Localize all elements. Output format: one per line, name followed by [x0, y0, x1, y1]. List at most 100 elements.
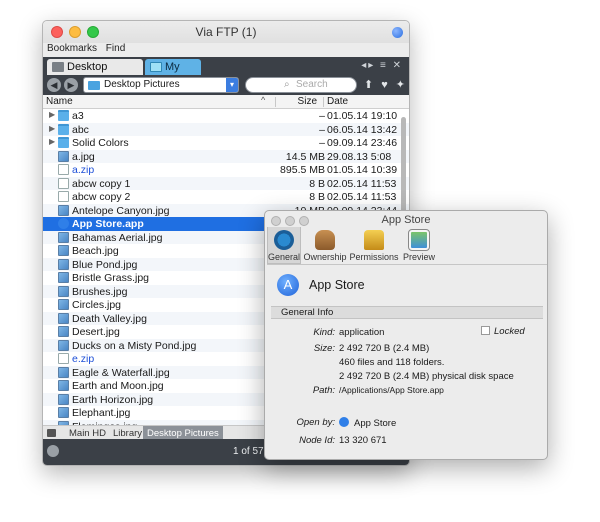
file-name: Bristle Grass.jpg [72, 272, 150, 284]
file-name: a.zip [72, 164, 95, 176]
search-input[interactable]: ⌕ Search [245, 77, 357, 93]
disclosure-triangle-icon[interactable]: ▶ [49, 110, 55, 119]
section-general-info: General Info [271, 306, 543, 319]
open-by-label: Open by: [296, 417, 335, 428]
chevron-down-icon[interactable]: ▾ [226, 78, 238, 92]
file-row[interactable]: ▶ abc –06.05.14 13:42 [43, 122, 409, 136]
tab-bar: Desktop Pictures My FTP ◂▸ ≡ ✕ [43, 57, 409, 89]
file-name: Antelope Canyon.jpg [72, 204, 170, 217]
toolbar-icons: ⬆ ♥ ✦ [359, 78, 405, 91]
file-row[interactable]: ▶ Solid Colors –09.09.14 23:46 [43, 136, 409, 150]
tab-general[interactable]: General [267, 227, 301, 264]
node-id-value: 13 320 671 [339, 435, 387, 446]
file-name: Earth Horizon.jpg [72, 393, 154, 406]
app-store-icon [339, 417, 349, 427]
info-title: App Store [381, 214, 431, 226]
size-label: Size: [313, 343, 335, 354]
back-button[interactable]: ◀ [47, 78, 61, 92]
menu-bookmarks[interactable]: Bookmarks [47, 43, 97, 54]
tab-permissions[interactable]: Permissions [349, 227, 399, 264]
doc-icon [58, 177, 69, 189]
img-icon [58, 366, 69, 378]
favorite-icon[interactable]: ♥ [381, 79, 388, 91]
column-divider[interactable] [275, 97, 276, 107]
file-row[interactable]: ▶ a3 –01.05.14 19:10 [43, 109, 409, 123]
computer-icon[interactable] [47, 429, 56, 437]
column-divider[interactable] [323, 97, 324, 107]
menu-find[interactable]: Find [106, 43, 125, 54]
sort-chevron-icon[interactable]: ^ [261, 95, 265, 105]
doc-icon [58, 191, 69, 202]
action-icon[interactable]: ✦ [396, 79, 405, 91]
open-by-app: App Store [354, 418, 397, 429]
disclosure-triangle-icon[interactable]: ▶ [49, 137, 55, 146]
open-by-value[interactable]: App Store [339, 417, 396, 429]
path-label: Path: [312, 385, 335, 396]
locked-label: Locked [494, 326, 525, 337]
file-name: Solid Colors [72, 137, 129, 149]
search-placeholder: Search [296, 79, 328, 90]
img-icon [58, 285, 69, 297]
disclosure-triangle-icon[interactable]: ▶ [49, 124, 55, 133]
drive-icon [52, 62, 64, 72]
column-date[interactable]: Date [327, 96, 348, 107]
file-row[interactable]: a.zip 895.5 MB 01.05.14 10:39 [43, 163, 409, 177]
img-icon [58, 245, 69, 256]
forward-button[interactable]: ▶ [64, 78, 78, 92]
info-tabs: General Ownership Permissions Preview [267, 227, 547, 265]
file-name: Beach.jpg [72, 245, 119, 257]
folder-icon [58, 123, 69, 135]
status-dot-icon[interactable] [392, 27, 403, 38]
file-name: App Store.app [72, 218, 144, 230]
img-icon [58, 258, 69, 270]
file-date: 02.05.14 11:53 [327, 177, 397, 190]
img-icon [58, 150, 69, 162]
file-name: Brushes.jpg [72, 285, 128, 298]
tab-label: Ownership [303, 252, 347, 262]
file-date: 01.05.14 19:10 [327, 110, 398, 122]
file-size: – [319, 123, 325, 136]
file-size: – [319, 137, 325, 149]
img-icon [58, 326, 69, 337]
column-size[interactable]: Size [281, 96, 317, 107]
img-icon [58, 231, 69, 243]
file-name: e.zip [72, 353, 95, 365]
tab-desktop-pictures[interactable]: Desktop Pictures [47, 59, 143, 89]
file-name: abc [72, 123, 89, 136]
path-select[interactable]: Desktop Pictures ▾ [83, 77, 239, 93]
img-icon [58, 272, 69, 283]
column-name[interactable]: Name [46, 96, 73, 107]
file-size: 8 B [309, 177, 325, 190]
tab-preview[interactable]: Preview [401, 227, 437, 264]
upload-icon[interactable]: ⬆ [364, 79, 373, 91]
kind-label: Kind: [313, 327, 335, 338]
file-row[interactable]: abcw copy 1 8 B 02.05.14 11:53 [43, 176, 409, 190]
app-icon [58, 218, 69, 229]
checkbox-box[interactable] [481, 326, 490, 335]
img-icon [58, 312, 69, 324]
tab-my-ftp[interactable]: My FTP [145, 59, 201, 89]
file-name: abcw copy 2 [72, 191, 131, 203]
eject-icon[interactable] [47, 445, 59, 457]
file-row[interactable]: abcw copy 2 8 B 02.05.14 11:53 [43, 190, 409, 204]
users-icon [315, 230, 335, 250]
img-icon [58, 299, 69, 310]
file-name: Eagle & Waterfall.jpg [72, 366, 170, 379]
zip-icon [58, 164, 69, 175]
lock-icon [364, 230, 384, 250]
file-name: Earth and Moon.jpg [72, 380, 164, 392]
file-date: 09.09.14 23:46 [327, 137, 398, 149]
locked-checkbox[interactable]: Locked [481, 326, 525, 337]
node-id-label: Node Id: [299, 435, 335, 446]
img-icon [58, 339, 69, 351]
file-name: a3 [72, 110, 84, 122]
tab-ownership[interactable]: Ownership [303, 227, 347, 264]
img-icon [58, 380, 69, 391]
file-row[interactable]: a.jpg 14.5 MB 29.08.13 5:08 [43, 149, 409, 163]
tab-controls[interactable]: ◂▸ ≡ ✕ [361, 60, 403, 71]
info-panel: App Store General Ownership Permissions … [264, 210, 548, 460]
app-store-icon: A [277, 274, 299, 296]
file-size: 895.5 MB [280, 164, 325, 176]
file-name: Blue Pond.jpg [72, 258, 138, 271]
tab-label: Permissions [349, 252, 399, 262]
